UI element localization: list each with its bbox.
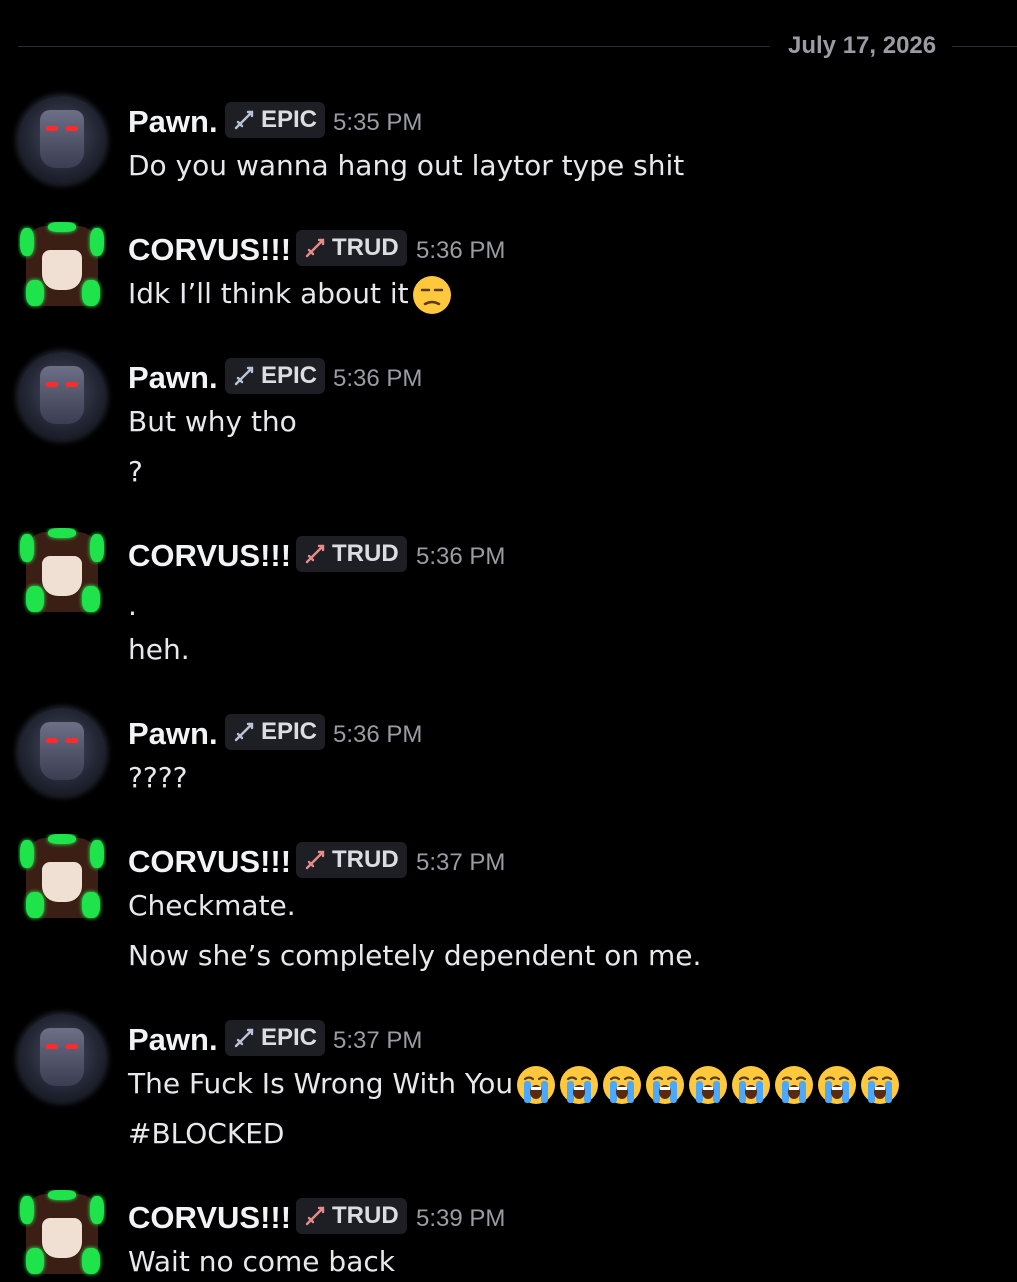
role-tag-label: EPIC <box>261 106 318 133</box>
message-text: heh. <box>128 633 190 666</box>
message-text: . <box>128 589 137 622</box>
date-divider-label: July 17, 2026 <box>788 32 937 59</box>
timestamp: 5:36 PM <box>416 237 506 264</box>
message-text: But why tho <box>128 405 297 438</box>
sword-icon <box>305 238 325 258</box>
pawn-avatar[interactable] <box>18 1014 106 1102</box>
message-text: Idk I’ll think about it <box>128 274 452 315</box>
author-name[interactable]: CORVUS!!! <box>128 1200 291 1236</box>
role-tag-label: EPIC <box>261 362 318 389</box>
corvus-avatar[interactable] <box>18 834 106 922</box>
timestamp: 5:35 PM <box>333 109 423 136</box>
message-text: #BLOCKED <box>128 1117 285 1150</box>
sword-icon <box>234 366 254 386</box>
role-tag-label: TRUD <box>332 846 399 873</box>
sword-icon <box>305 544 325 564</box>
loudly-crying-face-emoji <box>689 1066 728 1104</box>
author-name[interactable]: Pawn. <box>128 104 218 140</box>
message-text: The Fuck Is Wrong With You <box>128 1064 900 1105</box>
message-text: ? <box>128 455 143 488</box>
emoji-group <box>513 1066 900 1104</box>
role-tag-label: TRUD <box>332 234 399 261</box>
divider-line-right <box>952 46 1017 47</box>
pawn-avatar[interactable] <box>18 96 106 184</box>
loudly-crying-face-emoji <box>646 1066 685 1104</box>
loudly-crying-face-emoji <box>732 1066 771 1104</box>
pawn-avatar[interactable] <box>18 352 106 440</box>
role-tag[interactable]: TRUD <box>296 842 407 878</box>
timestamp: 5:39 PM <box>416 1205 506 1232</box>
author-name[interactable]: CORVUS!!! <box>128 844 291 880</box>
message-text: ???? <box>128 761 188 794</box>
timestamp: 5:36 PM <box>333 721 423 748</box>
role-tag[interactable]: TRUD <box>296 1198 407 1234</box>
timestamp: 5:37 PM <box>333 1027 423 1054</box>
timestamp: 5:36 PM <box>416 543 506 570</box>
corvus-avatar[interactable] <box>18 528 106 616</box>
sword-icon <box>305 850 325 870</box>
loudly-crying-face-emoji <box>775 1066 814 1104</box>
role-tag-label: TRUD <box>332 1202 399 1229</box>
loudly-crying-face-emoji <box>818 1066 857 1104</box>
corvus-avatar[interactable] <box>18 222 106 310</box>
sword-icon <box>234 722 254 742</box>
corvus-avatar[interactable] <box>18 1190 106 1278</box>
loudly-crying-face-emoji <box>603 1066 642 1104</box>
loudly-crying-face-emoji <box>517 1066 556 1104</box>
role-tag-label: EPIC <box>261 1024 318 1051</box>
role-tag[interactable]: EPIC <box>225 714 326 750</box>
author-name[interactable]: Pawn. <box>128 716 218 752</box>
role-tag-label: EPIC <box>261 718 318 745</box>
role-tag[interactable]: EPIC <box>225 102 326 138</box>
message-text: Checkmate. <box>128 889 296 922</box>
author-name[interactable]: Pawn. <box>128 1022 218 1058</box>
loudly-crying-face-emoji <box>861 1066 900 1104</box>
timestamp: 5:37 PM <box>416 849 506 876</box>
timestamp: 5:36 PM <box>333 365 423 392</box>
message-text: Wait no come back <box>128 1245 395 1278</box>
author-name[interactable]: CORVUS!!! <box>128 538 291 574</box>
role-tag[interactable]: EPIC <box>225 1020 326 1056</box>
message-text: Do you wanna hang out laytor type shit <box>128 149 685 182</box>
author-name[interactable]: CORVUS!!! <box>128 232 291 268</box>
role-tag-label: TRUD <box>332 540 399 567</box>
pawn-avatar[interactable] <box>18 708 106 796</box>
message-text-line: Idk I’ll think about it <box>128 277 409 310</box>
sword-icon <box>305 1206 325 1226</box>
message-text: Now she’s completely dependent on me. <box>128 939 702 972</box>
role-tag[interactable]: TRUD <box>296 536 407 572</box>
author-name[interactable]: Pawn. <box>128 360 218 396</box>
role-tag[interactable]: TRUD <box>296 230 407 266</box>
unamused-face-emoji <box>412 276 451 314</box>
sword-icon <box>234 110 254 130</box>
date-divider: July 17, 2026 <box>18 28 1017 66</box>
sword-icon <box>234 1028 254 1048</box>
message-text-line: The Fuck Is Wrong With You <box>128 1067 514 1100</box>
divider-line-left <box>18 46 770 47</box>
role-tag[interactable]: EPIC <box>225 358 326 394</box>
loudly-crying-face-emoji <box>560 1066 599 1104</box>
